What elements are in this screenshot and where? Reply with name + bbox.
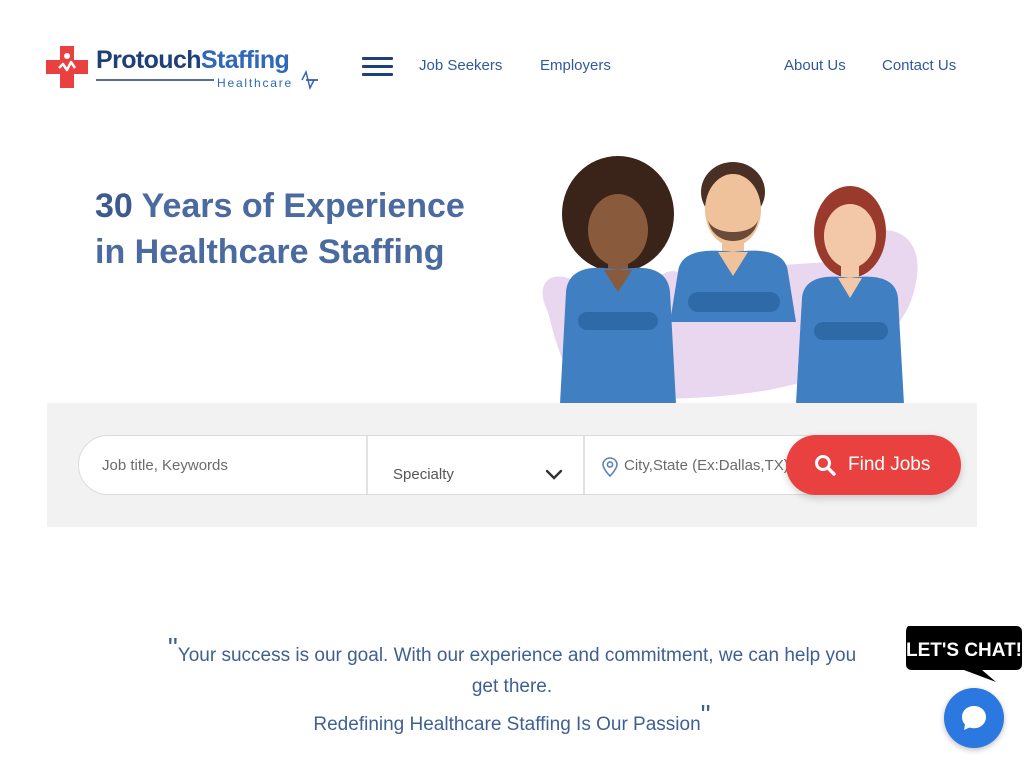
hero-years-number: 30	[95, 187, 133, 225]
nav-employers[interactable]: Employers	[540, 57, 611, 74]
find-jobs-label: Find Jobs	[848, 454, 931, 475]
medical-cross-icon	[46, 46, 88, 88]
nurse-middle-figure	[670, 162, 796, 322]
logo-subtitle: Healthcare	[217, 76, 294, 90]
nav-about-us[interactable]: About Us	[784, 57, 846, 74]
brand-logo[interactable]: ProtouchStaffing Healthcare	[46, 44, 318, 94]
open-quote-mark: "	[167, 632, 178, 663]
chat-icon	[962, 706, 986, 730]
quote-body: Your success is our goal. With our exper…	[177, 645, 857, 697]
field-divider	[583, 436, 585, 494]
quote-text: "Your success is our goal. With our expe…	[160, 632, 864, 702]
nurses-illustration	[542, 156, 918, 404]
tagline-body: Redefining Healthcare Staffing Is Our Pa…	[313, 714, 701, 735]
close-quote-mark: "	[700, 699, 711, 730]
search-icon	[815, 455, 836, 476]
keywords-input[interactable]	[102, 448, 357, 482]
site-header: ProtouchStaffing Healthcare Job Seekers …	[0, 0, 1024, 130]
location-input[interactable]	[624, 448, 789, 482]
hero-title-text: Years of Experience in Healthcare Staffi…	[95, 187, 465, 271]
chat-launcher-button[interactable]	[944, 688, 1004, 748]
nurse-left-figure	[560, 156, 676, 404]
field-divider	[366, 436, 368, 494]
specialty-select[interactable]: Specialty	[393, 466, 454, 483]
chevron-down-icon[interactable]	[545, 469, 563, 481]
nav-job-seekers[interactable]: Job Seekers	[419, 57, 502, 74]
lets-chat-bubble[interactable]: LET'S CHAT!	[904, 624, 1024, 684]
tagline-text: Redefining Healthcare Staffing Is Our Pa…	[160, 699, 864, 737]
hero-title: 30 Years of Experience in Healthcare Sta…	[95, 183, 475, 275]
location-pin-icon	[602, 457, 618, 478]
find-jobs-button[interactable]: Find Jobs	[786, 435, 961, 495]
hamburger-icon[interactable]	[362, 57, 394, 79]
nurse-right-figure	[796, 186, 904, 404]
nav-contact-us[interactable]: Contact Us	[882, 57, 956, 74]
chat-bubble-label: LET'S CHAT!	[906, 640, 1022, 661]
